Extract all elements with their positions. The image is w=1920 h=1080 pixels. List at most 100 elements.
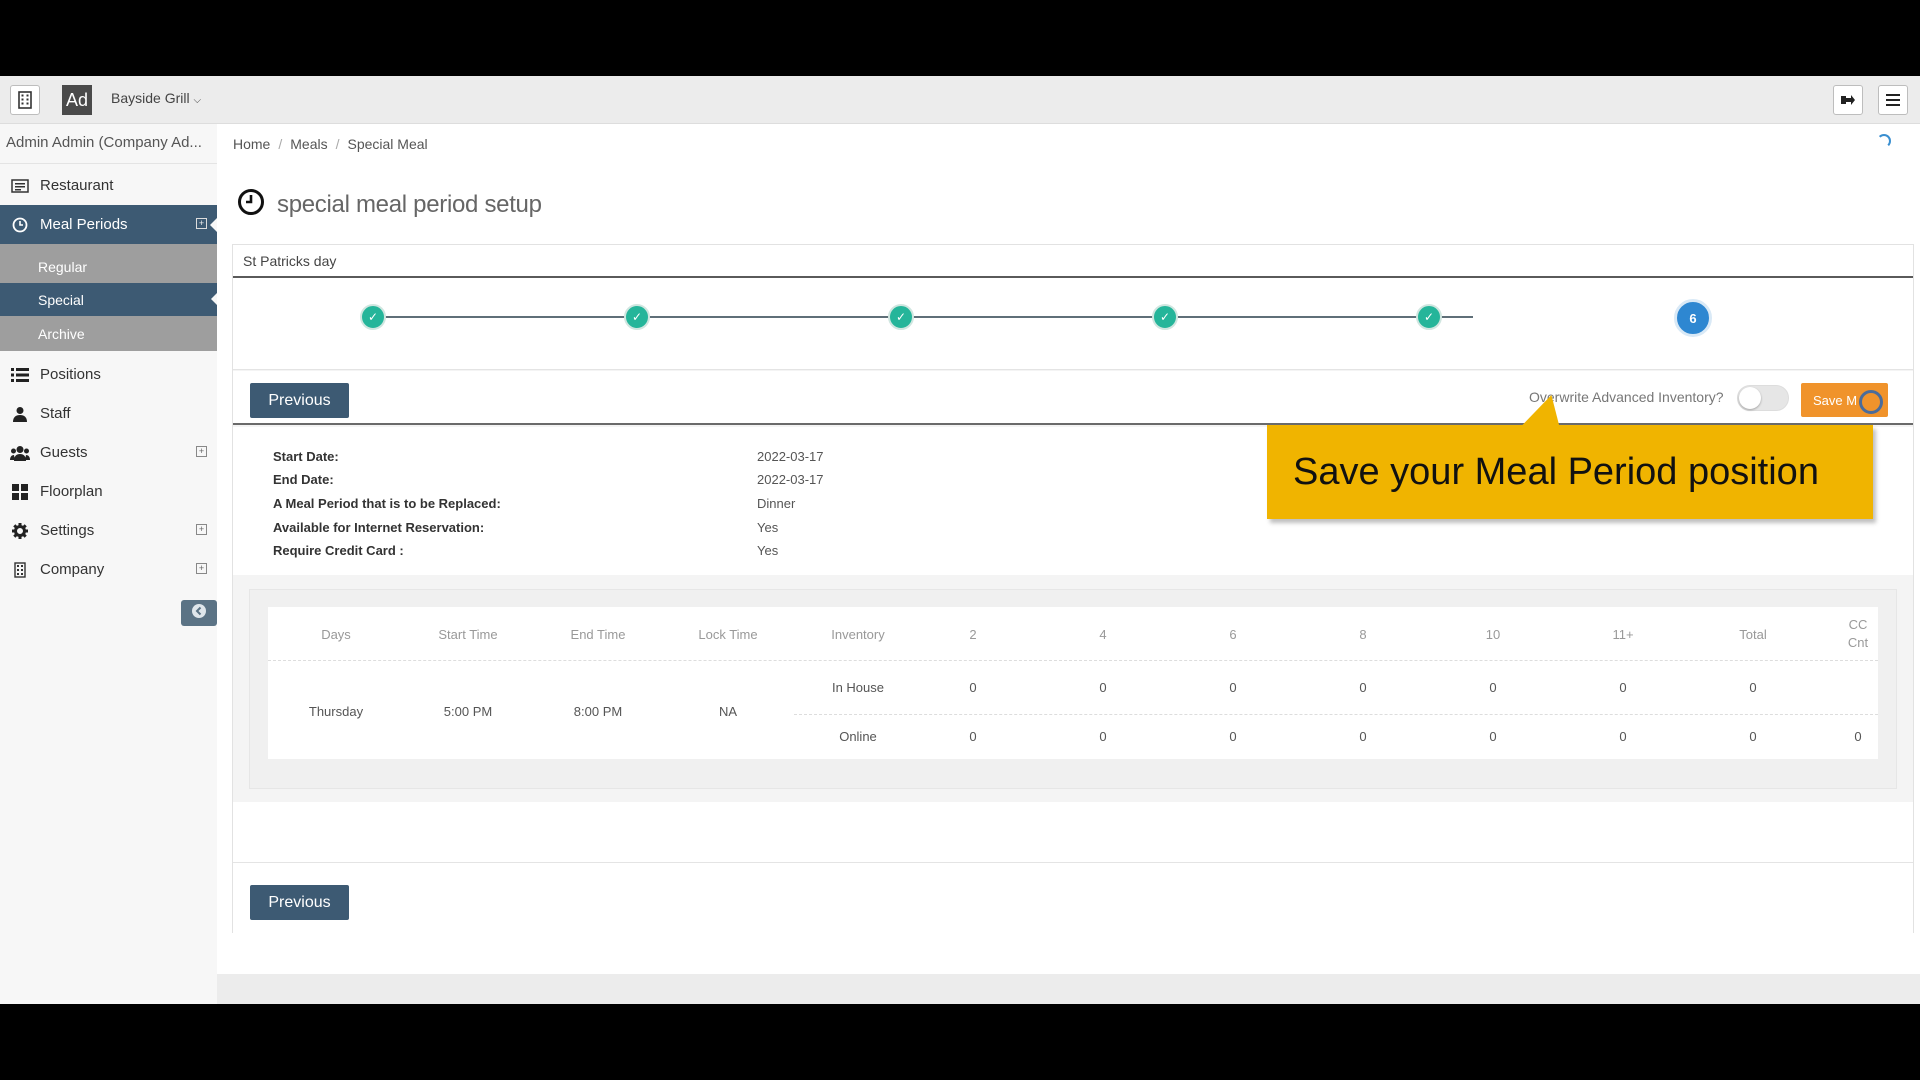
sidebar-item-floorplan[interactable]: Floorplan bbox=[0, 472, 217, 511]
check-icon: ✓ bbox=[895, 310, 907, 324]
restaurant-dropdown[interactable]: Bayside Grill ⌵ bbox=[111, 90, 201, 106]
table-cell-end: 8:00 PM bbox=[573, 704, 623, 719]
gear-icon bbox=[10, 522, 30, 539]
sidebar-item-guests[interactable]: Guests + bbox=[0, 433, 217, 472]
header-divider bbox=[268, 660, 1878, 661]
expand-icon[interactable]: + bbox=[196, 218, 207, 229]
previous-button-bottom[interactable]: Previous bbox=[250, 885, 349, 920]
wizard-step-done[interactable]: ✓ bbox=[624, 304, 650, 330]
table-cell-cc-cnt: 0 bbox=[1854, 729, 1862, 744]
clock-icon bbox=[10, 217, 30, 233]
detail-label: A Meal Period that is to be Replaced: bbox=[273, 496, 501, 511]
action-row: Previous Overwrite Advanced Inventory? S… bbox=[233, 371, 1913, 425]
expand-icon[interactable]: + bbox=[196, 563, 207, 574]
list-card-icon bbox=[10, 178, 30, 194]
user-icon bbox=[10, 406, 30, 422]
column-header: 2 bbox=[969, 627, 977, 642]
inventory-table: Days Start Time End Time Lock Time Inven… bbox=[268, 607, 1878, 759]
hamburger-menu-icon[interactable] bbox=[1878, 85, 1908, 115]
column-header: 8 bbox=[1359, 627, 1367, 642]
wizard-step-done[interactable]: ✓ bbox=[888, 304, 914, 330]
inventory-table-container: Days Start Time End Time Lock Time Inven… bbox=[249, 589, 1897, 789]
detail-value: Yes bbox=[757, 520, 779, 535]
arrow-left-circle-icon bbox=[191, 603, 207, 624]
wizard-step-done[interactable]: ✓ bbox=[1152, 304, 1178, 330]
sidebar-item-settings[interactable]: Settings + bbox=[0, 511, 217, 550]
divider bbox=[233, 862, 1913, 863]
column-header: End Time bbox=[570, 627, 626, 642]
sidebar-item-label: Settings bbox=[40, 522, 95, 539]
sidebar-item-restaurant[interactable]: Restaurant bbox=[0, 166, 217, 205]
top-bar: Ad Bayside Grill ⌵ bbox=[0, 76, 1920, 124]
table-cell: 0 bbox=[1099, 729, 1107, 744]
cursor-highlight-icon bbox=[1859, 390, 1883, 414]
panel-footer: Previous bbox=[233, 802, 1913, 934]
current-user: Admin Admin (Company Ad... bbox=[0, 124, 217, 164]
detail-value: 2022-03-17 bbox=[757, 449, 824, 464]
list-icon bbox=[10, 367, 30, 383]
sidebar-item-label: Positions bbox=[40, 366, 101, 383]
detail-label: End Date: bbox=[273, 472, 334, 487]
online-row-band bbox=[794, 714, 1878, 759]
check-icon: ✓ bbox=[1423, 310, 1435, 324]
sidebar-item-meal-periods[interactable]: Meal Periods + bbox=[0, 205, 217, 244]
check-icon: ✓ bbox=[1159, 310, 1171, 324]
wizard-steps: ✓ ✓ ✓ ✓ ✓ 6 bbox=[233, 278, 1913, 370]
wizard-step-done[interactable]: ✓ bbox=[1416, 304, 1442, 330]
sidebar-item-positions[interactable]: Positions bbox=[0, 355, 217, 394]
sidebar-subitem-regular[interactable]: Regular bbox=[0, 250, 217, 283]
breadcrumb-special-meal: Special Meal bbox=[347, 136, 428, 152]
chevron-down-icon: ⌵ bbox=[193, 95, 202, 106]
column-header: Total bbox=[1739, 627, 1767, 642]
table-cell: 0 bbox=[1359, 729, 1367, 744]
app-screen: Ad Bayside Grill ⌵ Admin Admin (Company … bbox=[0, 76, 1920, 1004]
previous-button[interactable]: Previous bbox=[250, 383, 349, 418]
column-header: CC bbox=[1848, 617, 1868, 632]
sidebar-item-label: Floorplan bbox=[40, 483, 103, 500]
sidebar-item-label: Guests bbox=[40, 444, 88, 461]
breadcrumb: Home / Meals / Special Meal bbox=[233, 136, 428, 152]
logout-icon[interactable] bbox=[1833, 85, 1863, 115]
table-cell-total: 0 bbox=[1749, 729, 1757, 744]
sidebar-item-label: Restaurant bbox=[40, 177, 114, 194]
table-cell: 0 bbox=[1359, 680, 1367, 695]
detail-label: Require Credit Card : bbox=[273, 543, 404, 558]
users-icon bbox=[10, 445, 30, 461]
sidebar-item-company[interactable]: Company + bbox=[0, 550, 217, 589]
restaurant-name: Bayside Grill bbox=[111, 90, 190, 106]
table-cell-start: 5:00 PM bbox=[443, 704, 493, 719]
sidebar-item-staff[interactable]: Staff bbox=[0, 394, 217, 433]
table-cell: 0 bbox=[1619, 680, 1627, 695]
sidebar-item-label: Staff bbox=[40, 405, 71, 422]
column-header: Start Time bbox=[438, 627, 498, 642]
detail-label: Available for Internet Reservation: bbox=[273, 520, 485, 535]
column-header: Inventory bbox=[831, 627, 885, 642]
column-header: 11+ bbox=[1612, 627, 1634, 642]
sidebar-subitem-special[interactable]: Special bbox=[0, 283, 217, 316]
table-cell-day: Thursday bbox=[308, 704, 364, 719]
overwrite-inventory-toggle[interactable] bbox=[1737, 385, 1789, 411]
wizard-step-done[interactable]: ✓ bbox=[360, 304, 386, 330]
sidebar-collapse-button[interactable] bbox=[181, 600, 217, 626]
building-icon[interactable] bbox=[10, 85, 40, 115]
avatar[interactable]: Ad bbox=[62, 85, 92, 115]
detail-value: Yes bbox=[757, 543, 779, 558]
expand-icon[interactable]: + bbox=[196, 524, 207, 535]
column-header: 10 bbox=[1485, 627, 1501, 642]
table-cell-inventory-type: In House bbox=[831, 680, 885, 695]
check-icon: ✓ bbox=[631, 310, 643, 324]
setup-panel: St Patricks day ✓ ✓ ✓ ✓ ✓ 6 Previous Ove… bbox=[232, 244, 1914, 934]
table-cell-total: 0 bbox=[1749, 680, 1757, 695]
sidebar-subitem-archive[interactable]: Archive bbox=[0, 316, 217, 351]
column-header: 6 bbox=[1229, 627, 1237, 642]
sidebar-item-label: Company bbox=[40, 561, 105, 578]
wizard-step-current[interactable]: 6 bbox=[1674, 299, 1712, 337]
column-header: 4 bbox=[1099, 627, 1107, 642]
breadcrumb-meals[interactable]: Meals bbox=[290, 136, 327, 152]
detail-value: Dinner bbox=[757, 496, 796, 511]
expand-icon[interactable]: + bbox=[196, 446, 207, 457]
breadcrumb-home[interactable]: Home bbox=[233, 136, 270, 152]
table-cell: 0 bbox=[1489, 680, 1497, 695]
table-cell: 0 bbox=[1099, 680, 1107, 695]
toggle-knob bbox=[1739, 387, 1761, 409]
